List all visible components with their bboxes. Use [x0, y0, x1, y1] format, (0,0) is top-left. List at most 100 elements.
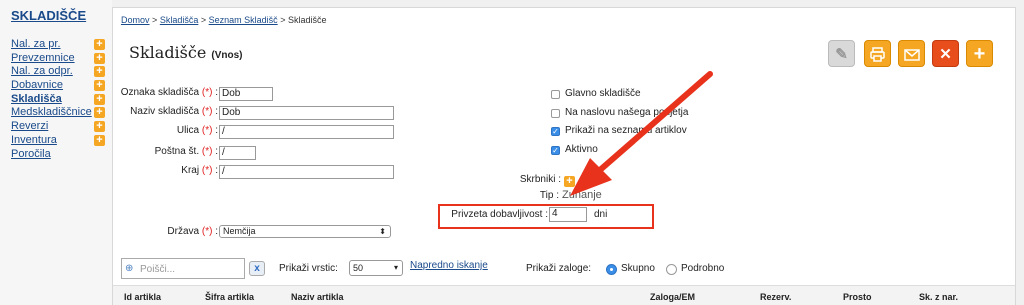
clear-search-button[interactable]: x	[249, 261, 265, 276]
add-icon[interactable]: +	[94, 107, 105, 119]
search-placeholder: Poišči...	[140, 264, 176, 275]
colon: :	[215, 165, 218, 176]
sidebar-item-dobavnice[interactable]: Dobavnice +	[11, 79, 107, 93]
required-mark: (*)	[201, 165, 213, 176]
podrobno-radio[interactable]	[666, 264, 677, 275]
label-text: Ulica	[176, 125, 200, 136]
skupno-radio[interactable]	[606, 264, 617, 275]
printer-icon	[870, 47, 885, 62]
colon: :	[215, 146, 218, 157]
col-zaloga[interactable]: Zaloga/EM	[650, 292, 695, 302]
add-button[interactable]: +	[966, 40, 993, 67]
add-icon[interactable]: +	[94, 134, 105, 146]
label-text: Država	[167, 226, 200, 237]
add-icon[interactable]: +	[94, 39, 105, 50]
add-icon[interactable]: +	[94, 66, 105, 78]
privzeta-field[interactable]: 4	[549, 207, 587, 222]
main-panel: Domov > Skladišča > Seznam Skladišč > Sk…	[112, 7, 1016, 305]
sidebar-title[interactable]: SKLADIŠČE	[11, 8, 86, 23]
add-skrbnik-icon[interactable]: +	[564, 176, 575, 187]
delete-button[interactable]: ✕	[932, 40, 959, 67]
postna-field[interactable]: /	[219, 146, 256, 160]
oznaka-field[interactable]: Dob	[219, 87, 273, 101]
naslov-label: Na naslovu našega podjetja	[565, 107, 689, 118]
prikazi-checkbox[interactable]: ✓	[551, 127, 560, 136]
col-id[interactable]: Id artikla	[124, 292, 161, 302]
sidebar-item-label[interactable]: Reverzi	[11, 120, 48, 132]
zaloge-label: Prikaži zaloge:	[526, 263, 592, 274]
sidebar-item-label[interactable]: Nal. za pr.	[11, 38, 61, 50]
label-text: Naziv skladišča	[130, 106, 200, 117]
table-header: Id artikla Šifra artikla Naziv artikla Z…	[113, 285, 1015, 305]
advanced-search-link[interactable]: Napredno iskanje	[410, 260, 488, 271]
colon: :	[215, 125, 218, 136]
required-mark: (*)	[201, 87, 213, 98]
chevron-down-icon: ▾	[393, 263, 398, 272]
ulica-field[interactable]: /	[219, 125, 394, 139]
tip-label: Tip :	[539, 190, 559, 201]
sidebar-item-label[interactable]: Prevzemnice	[11, 52, 75, 64]
sidebar-item-label[interactable]: Medskladiščnice	[11, 106, 92, 118]
page-subtitle: (Vnos)	[211, 50, 243, 61]
check-icon: ✓	[552, 127, 559, 136]
sidebar-item-label[interactable]: Inventura	[11, 134, 57, 146]
print-button[interactable]	[864, 40, 891, 67]
sidebar-item-label[interactable]: Skladišča	[11, 93, 62, 105]
email-button[interactable]	[898, 40, 925, 67]
close-icon: ✕	[939, 46, 952, 63]
tip-value: Zunanje	[562, 189, 602, 201]
sidebar-item-label[interactable]: Dobavnice	[11, 79, 63, 91]
podrobno-label: Podrobno	[681, 263, 725, 274]
sidebar-item-nal-za-pr[interactable]: Nal. za pr. +	[11, 38, 107, 52]
edit-button[interactable]: ✎	[828, 40, 855, 67]
col-naziv[interactable]: Naziv artikla	[291, 292, 344, 302]
sidebar-item-reverzi[interactable]: Reverzi +	[11, 120, 107, 134]
naziv-label: Naziv skladišča (*) :	[113, 106, 218, 117]
col-prosto[interactable]: Prosto	[843, 292, 872, 302]
col-sifra[interactable]: Šifra artikla	[205, 292, 254, 302]
add-icon[interactable]: +	[94, 52, 105, 64]
skrbniki-label: Skrbniki :	[519, 174, 561, 185]
rows-label: Prikaži vrstic:	[279, 263, 338, 274]
breadcrumb-home[interactable]: Domov	[121, 15, 150, 25]
prikazi-label: Prikaži na seznamu artiklov	[565, 125, 687, 136]
sidebar-item-medskladiscnice[interactable]: Medskladiščnice +	[11, 106, 107, 120]
rows-value: 50	[353, 263, 364, 273]
naslov-checkbox[interactable]	[551, 109, 560, 118]
sidebar-item-skladisca[interactable]: Skladišča +	[11, 93, 107, 107]
label-text: Oznaka skladišča	[120, 87, 200, 98]
colon: :	[215, 106, 218, 117]
drzava-select[interactable]: Nemčija ⬍	[219, 225, 391, 238]
col-sk-z-nar[interactable]: Sk. z nar.	[919, 292, 958, 302]
sidebar-item-porocila[interactable]: Poročila	[11, 148, 107, 162]
colon: :	[215, 87, 218, 98]
drzava-label: Država (*) :	[113, 226, 218, 237]
breadcrumb-skladisca[interactable]: Skladišča	[160, 15, 199, 25]
sidebar-item-nal-za-odpr[interactable]: Nal. za odpr. +	[11, 65, 107, 79]
breadcrumb-sep: >	[152, 15, 158, 25]
drzava-value: Nemčija	[223, 226, 256, 236]
glavno-checkbox[interactable]	[551, 90, 560, 99]
add-icon[interactable]: +	[94, 93, 105, 105]
page: SKLADIŠČE Nal. za pr. + Prevzemnice + Nal.…	[0, 0, 1024, 305]
sidebar-item-label[interactable]: Nal. za odpr.	[11, 65, 73, 77]
naziv-field[interactable]: Dob	[219, 106, 394, 120]
sidebar-item-prevzemnice[interactable]: Prevzemnice +	[11, 52, 107, 66]
label-text: Poštna št.	[154, 146, 200, 157]
pencil-icon: ✎	[835, 46, 848, 63]
aktivno-checkbox[interactable]: ✓	[551, 146, 560, 155]
col-rezerv[interactable]: Rezerv.	[760, 292, 791, 302]
kraj-label: Kraj (*) :	[113, 165, 218, 176]
privzeta-label: Privzeta dobavljivost :	[451, 209, 548, 220]
rows-select[interactable]: 50 ▾	[349, 260, 403, 276]
kraj-field[interactable]: /	[219, 165, 394, 179]
sidebar-item-label[interactable]: Poročila	[11, 148, 51, 160]
required-mark: (*)	[201, 106, 213, 117]
breadcrumb-seznam[interactable]: Seznam Skladišč	[209, 15, 278, 25]
sidebar-item-inventura[interactable]: Inventura +	[11, 134, 107, 148]
breadcrumb: Domov > Skladišča > Seznam Skladišč > Sk…	[121, 15, 327, 25]
required-mark: (*)	[201, 226, 213, 237]
add-icon[interactable]: +	[94, 121, 105, 133]
search-input[interactable]: ⊕ Poišči...	[121, 258, 245, 279]
add-icon[interactable]: +	[94, 80, 105, 92]
